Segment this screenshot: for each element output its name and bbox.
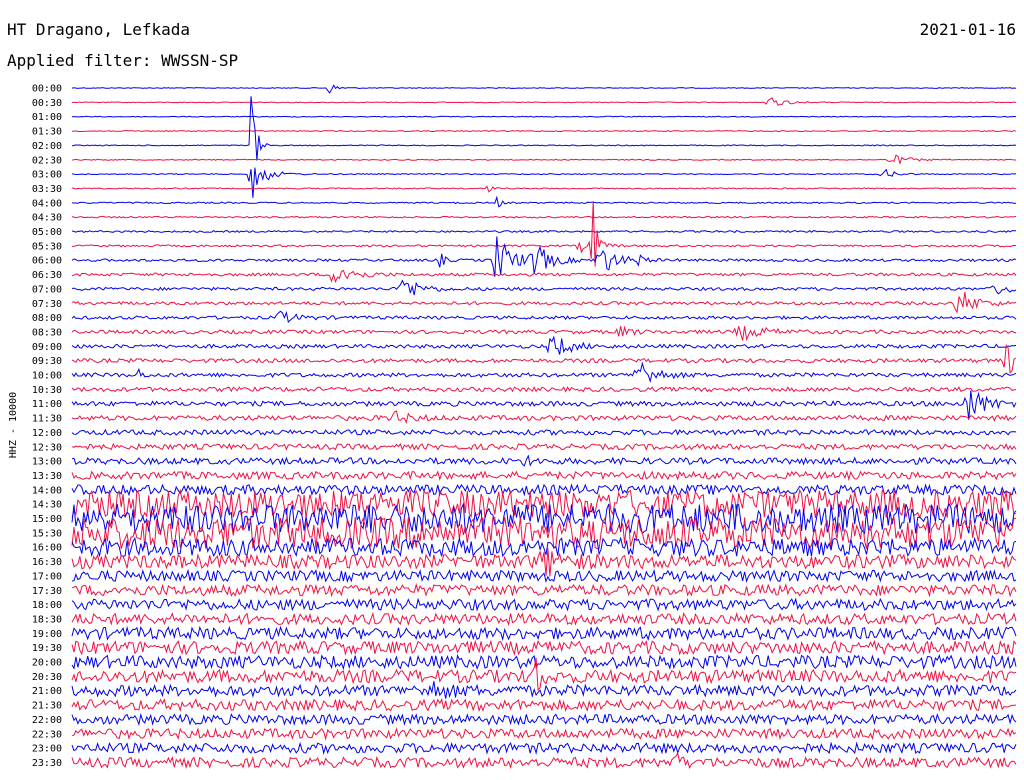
trace-row — [71, 115, 1017, 118]
time-tick-label: 11:30 — [32, 414, 62, 425]
time-tick-label: 04:00 — [32, 198, 62, 209]
trace-row — [71, 195, 1017, 208]
time-tick-label: 07:00 — [32, 284, 62, 295]
time-tick-label: 19:30 — [32, 643, 62, 654]
time-tick-label: 20:00 — [32, 658, 62, 669]
trace-row — [71, 229, 1017, 234]
time-tick-label: 05:30 — [32, 241, 62, 252]
trace-row — [71, 279, 1017, 296]
time-tick-label: 03:00 — [32, 170, 62, 181]
time-tick-label: 10:00 — [32, 371, 62, 382]
time-tick-label: 02:30 — [32, 155, 62, 166]
time-tick-label: 02:00 — [32, 141, 62, 152]
time-tick-label: 23:00 — [32, 744, 62, 755]
time-tick-label: 14:30 — [32, 500, 62, 511]
time-tick-label: 13:30 — [32, 471, 62, 482]
time-tick-label: 18:00 — [32, 600, 62, 611]
time-tick-label: 11:00 — [32, 399, 62, 410]
trace-row — [71, 310, 1017, 323]
time-tick-label: 20:30 — [32, 672, 62, 683]
trace-row — [71, 201, 1017, 267]
time-tick-label: 23:30 — [32, 758, 62, 769]
trace-row — [71, 568, 1017, 584]
time-tick-label: 04:30 — [32, 213, 62, 224]
trace-row — [71, 751, 1017, 770]
seismic-traces — [71, 84, 1017, 770]
time-tick-label: 01:00 — [32, 112, 62, 123]
time-tick-label: 08:30 — [32, 327, 62, 338]
trace-row — [71, 625, 1017, 642]
time-tick-label: 15:00 — [32, 514, 62, 525]
trace-row — [71, 442, 1017, 451]
time-tick-label: 08:00 — [32, 313, 62, 324]
time-tick-label: 17:00 — [32, 571, 62, 582]
trace-row — [72, 130, 1017, 133]
trace-row — [71, 741, 1017, 755]
time-tick-label: 06:30 — [32, 270, 62, 281]
trace-row — [71, 428, 1017, 437]
trace-row — [71, 470, 1017, 482]
time-tick-label: 07:30 — [32, 299, 62, 310]
time-tick-label: 01:30 — [32, 127, 62, 138]
time-tick-label: 19:00 — [32, 629, 62, 640]
time-tick-label: 21:00 — [32, 686, 62, 697]
trace-row — [71, 335, 1017, 355]
trace-row — [71, 681, 1017, 699]
trace-row — [71, 488, 1017, 519]
trace-row — [71, 96, 1017, 161]
trace-row — [71, 344, 1017, 374]
trace-row — [71, 291, 1017, 314]
trace-row — [71, 727, 1017, 741]
trace-row — [71, 639, 1017, 656]
time-tick-label: 13:00 — [32, 457, 62, 468]
time-tick-label: 22:00 — [32, 715, 62, 726]
trace-row — [71, 386, 1017, 393]
trace-row — [71, 167, 1017, 198]
trace-row — [71, 236, 1017, 277]
time-tick-label: 03:30 — [32, 184, 62, 195]
trace-row — [71, 84, 1017, 94]
trace-row — [71, 454, 1017, 467]
time-tick-label: 15:30 — [32, 528, 62, 539]
time-tick-label: 12:00 — [32, 428, 62, 439]
trace-row — [71, 390, 1017, 420]
time-tick-label: 06:00 — [32, 256, 62, 267]
time-tick-label: 10:30 — [32, 385, 62, 396]
time-tick-label: 17:30 — [32, 586, 62, 597]
time-tick-label: 09:00 — [32, 342, 62, 353]
channel-label: HHZ - 10000 — [8, 392, 19, 458]
time-tick-label: 00:00 — [32, 84, 62, 95]
time-tick-label: 16:30 — [32, 557, 62, 568]
trace-row — [71, 215, 1017, 219]
time-tick-label: 22:30 — [32, 729, 62, 740]
trace-row — [71, 97, 1017, 107]
trace-row — [71, 410, 1017, 425]
time-tick-labels: 00:00 00:30 01:00 01:30 02:00 02:30 03:00 03:30… — [32, 84, 62, 769]
trace-row — [71, 154, 1017, 165]
trace-row — [71, 325, 1017, 342]
helicorder-plot: 00:00 00:30 01:00 01:30 02:00 02:30 03:00 03:30… — [8, 84, 1017, 770]
time-tick-label: 18:30 — [32, 614, 62, 625]
time-tick-label: 05:00 — [32, 227, 62, 238]
time-tick-label: 12:30 — [32, 442, 62, 453]
time-tick-label: 16:00 — [32, 543, 62, 554]
trace-row — [71, 653, 1017, 671]
time-tick-label: 21:30 — [32, 701, 62, 712]
trace-row — [71, 597, 1017, 612]
trace-row — [71, 712, 1017, 727]
time-tick-label: 14:00 — [32, 485, 62, 496]
time-tick-label: 00:30 — [32, 98, 62, 109]
trace-row — [71, 582, 1017, 598]
trace-row — [71, 483, 1017, 497]
trace-row — [71, 611, 1017, 627]
time-tick-label: 09:30 — [32, 356, 62, 367]
trace-row — [71, 269, 1017, 284]
trace-row — [71, 698, 1017, 713]
trace-row — [71, 185, 1017, 193]
trace-row — [71, 361, 1017, 384]
